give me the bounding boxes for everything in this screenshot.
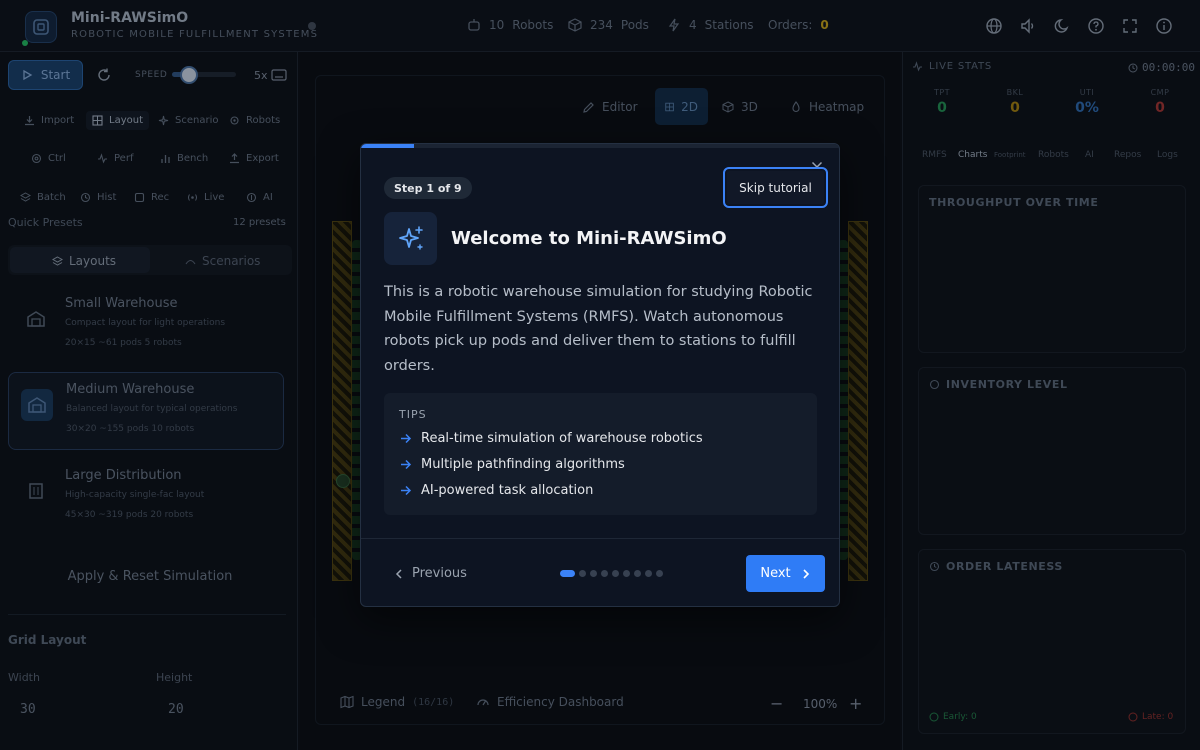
chevron-right-icon <box>803 568 809 579</box>
tutorial-progress-track <box>361 144 839 148</box>
tutorial-icon-box <box>384 212 437 265</box>
step-dot[interactable] <box>590 570 597 577</box>
step-dot[interactable] <box>645 570 652 577</box>
step-indicator: Step 1 of 9 <box>384 177 472 199</box>
step-dot[interactable] <box>634 570 641 577</box>
previous-button[interactable]: Previous <box>394 566 467 581</box>
arrow-right-icon <box>401 459 412 470</box>
modal-footer: Previous Next <box>361 538 839 606</box>
tips-heading: TIPS <box>399 408 427 421</box>
tips-box: TIPS Real-time simulation of warehouse r… <box>384 393 817 515</box>
tutorial-progress-fill <box>361 144 415 148</box>
arrow-right-icon <box>401 433 412 444</box>
tip-item: Real-time simulation of warehouse roboti… <box>399 431 703 446</box>
chevron-left-icon <box>395 568 402 579</box>
next-button[interactable]: Next <box>746 555 825 592</box>
tip-item: Multiple pathfinding algorithms <box>399 457 625 472</box>
step-dot[interactable] <box>612 570 619 577</box>
sparkles-icon <box>398 225 423 250</box>
tip-item: AI-powered task allocation <box>399 483 593 498</box>
step-dot[interactable] <box>656 570 663 577</box>
tutorial-modal: Step 1 of 9 Skip tutorial Welcome to Min… <box>360 143 840 607</box>
modal-body: This is a robotic warehouse simulation f… <box>384 284 813 374</box>
arrow-right-icon <box>401 485 412 496</box>
step-dots <box>560 570 663 577</box>
skip-tutorial-button[interactable]: Skip tutorial <box>723 167 828 208</box>
modal-title: Welcome to Mini-RAWSimO <box>451 228 727 249</box>
step-dot[interactable] <box>560 570 575 577</box>
step-dot[interactable] <box>579 570 586 577</box>
step-dot[interactable] <box>601 570 608 577</box>
step-dot[interactable] <box>623 570 630 577</box>
